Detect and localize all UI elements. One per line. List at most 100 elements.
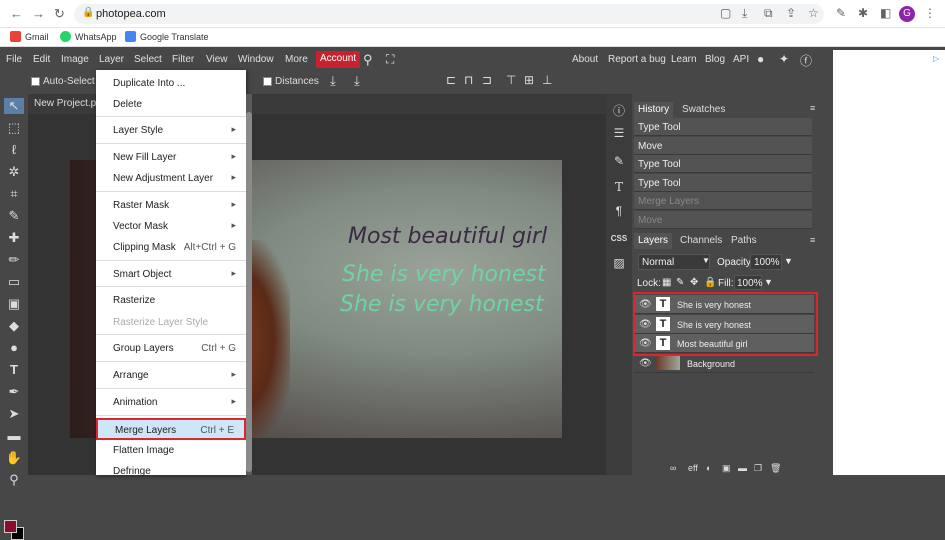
more-menu-icon[interactable]: ⋮ <box>924 6 936 20</box>
character-icon[interactable]: T <box>609 178 629 196</box>
path-select-icon[interactable]: ➤ <box>4 406 24 422</box>
account-button[interactable]: Account <box>316 51 361 68</box>
tab-paths[interactable]: Paths <box>727 233 761 249</box>
history-item[interactable]: Type Tool <box>634 155 812 173</box>
history-item[interactable]: Move <box>634 136 812 155</box>
adjustment-icon[interactable]: ◐ <box>706 463 711 473</box>
menu-item-rasterize[interactable]: Rasterize <box>96 290 246 310</box>
bookmark-google-translate[interactable]: Google Translate <box>125 31 209 42</box>
blur-tool-icon[interactable]: ◆ <box>4 318 24 334</box>
tab-history[interactable]: History <box>634 102 674 118</box>
tab-layers[interactable]: Layers <box>634 233 673 249</box>
properties-icon[interactable]: ☰ <box>609 124 629 142</box>
menu-api[interactable]: API <box>733 54 749 65</box>
twitter-icon[interactable]: ✦ <box>779 52 789 66</box>
auto-select-checkbox[interactable] <box>31 77 40 86</box>
lock-position-icon[interactable]: ✥ <box>690 277 698 288</box>
new-layer-icon[interactable]: ❐ <box>754 463 762 474</box>
opacity-dropdown-icon[interactable]: ▼ <box>784 256 793 266</box>
menu-report-bug[interactable]: Report a bug <box>608 54 666 65</box>
menu-learn[interactable]: Learn <box>671 54 697 65</box>
zoom-tool-icon[interactable]: ⚲ <box>4 472 24 488</box>
lasso-tool-icon[interactable]: ℓ <box>4 142 24 158</box>
menu-view[interactable]: View <box>206 54 228 65</box>
menu-item-flatten-image[interactable]: Flatten Image <box>96 440 246 460</box>
profile-avatar[interactable]: G <box>899 6 915 22</box>
menu-item-clipping-mask[interactable]: Clipping Mask Alt+Ctrl + G <box>96 237 246 257</box>
align-left-icon[interactable]: ⊏ <box>446 73 456 87</box>
download-icon[interactable]: ⤓ <box>742 6 747 21</box>
screenshot-icon[interactable]: ▢ <box>720 6 731 20</box>
back-icon[interactable]: ← <box>10 6 23 21</box>
align-center-icon[interactable]: ⊓ <box>464 73 473 87</box>
menu-edit[interactable]: Edit <box>33 54 50 65</box>
ad-choices-icon[interactable]: ▷ <box>933 54 939 63</box>
align-middle-icon[interactable]: ⊞ <box>524 73 534 87</box>
info-icon[interactable]: ⓘ <box>609 102 629 120</box>
brush-panel-icon[interactable]: ✎ <box>609 152 629 170</box>
lock-all-icon[interactable]: 🔒 <box>704 277 716 288</box>
type-tool-icon[interactable]: T <box>4 362 24 378</box>
history-item[interactable]: Move <box>634 210 812 229</box>
history-item[interactable]: Type Tool <box>634 173 812 192</box>
menu-scrollbar[interactable] <box>246 112 252 472</box>
brush-tool-icon[interactable]: ✏ <box>4 252 24 268</box>
marquee-tool-icon[interactable]: ⬚ <box>4 120 24 136</box>
visibility-eye-icon[interactable]: 👁 <box>639 358 652 369</box>
menu-file[interactable]: File <box>6 54 22 65</box>
menu-more[interactable]: More <box>285 54 308 65</box>
menu-blog[interactable]: Blog <box>705 54 725 65</box>
facebook-icon[interactable]: ⓕ <box>800 52 812 69</box>
group-folder-icon[interactable]: ▬ <box>738 463 747 473</box>
layer-row[interactable]: 👁 Background <box>634 353 814 373</box>
canvas-text-honest-1[interactable]: She is very honest <box>342 262 546 287</box>
menu-window[interactable]: Window <box>238 54 274 65</box>
fill-tool-icon[interactable]: ▣ <box>4 296 24 312</box>
search-icon[interactable]: ⚲ <box>363 52 373 68</box>
pen-tool-icon[interactable]: ✒ <box>4 384 24 400</box>
menu-about[interactable]: About <box>572 54 598 65</box>
menu-item-vector-mask[interactable]: Vector Mask ▸ <box>96 216 246 236</box>
canvas-text-honest-2[interactable]: She is very honest <box>340 292 544 317</box>
menu-select[interactable]: Select <box>134 54 162 65</box>
distances-checkbox[interactable] <box>263 77 272 86</box>
eyedropper-tool-icon[interactable]: ✎ <box>4 208 24 224</box>
shape-tool-icon[interactable]: ▬ <box>4 428 24 444</box>
canvas-text-most-beautiful-girl[interactable]: Most beautiful girl <box>348 224 547 249</box>
dodge-tool-icon[interactable]: ● <box>4 340 24 356</box>
menu-item-raster-mask[interactable]: Raster Mask ▸ <box>96 195 246 215</box>
menu-item-new-adjustment-layer[interactable]: New Adjustment Layer ▸ <box>96 168 246 188</box>
menu-item-arrange[interactable]: Arrange ▸ <box>96 365 246 385</box>
tab-swatches[interactable]: Swatches <box>678 102 729 118</box>
menu-filter[interactable]: Filter <box>172 54 194 65</box>
menu-image[interactable]: Image <box>61 54 89 65</box>
menu-item-defringe[interactable]: Defringe <box>96 461 246 481</box>
move-tool-icon[interactable]: ↖ <box>4 98 24 114</box>
delete-layer-icon[interactable]: 🗑 <box>770 463 781 474</box>
menu-item-delete[interactable]: Delete <box>96 94 246 114</box>
fill-dropdown-icon[interactable]: ▼ <box>764 277 773 287</box>
side-panel-icon[interactable]: ◧ <box>880 6 891 20</box>
menu-item-merge-layers[interactable]: Merge Layers Ctrl + E <box>96 418 246 440</box>
magic-wand-icon[interactable]: ✲ <box>4 164 24 180</box>
link-layers-icon[interactable]: ∞ <box>670 463 676 473</box>
bookmark-whatsapp[interactable]: WhatsApp <box>60 31 117 42</box>
menu-layer[interactable]: Layer <box>99 54 124 65</box>
reload-icon[interactable]: ↻ <box>54 6 65 22</box>
forward-icon[interactable]: → <box>32 6 45 21</box>
crop-tool-icon[interactable]: ⌗ <box>4 186 24 202</box>
layers-panel-menu-icon[interactable]: ≡ <box>810 235 815 245</box>
tab-channels[interactable]: Channels <box>676 233 726 249</box>
transform-download-icon[interactable]: ⤓ <box>330 73 336 89</box>
image-panel-icon[interactable]: ▨ <box>609 254 629 272</box>
menu-item-new-fill-layer[interactable]: New Fill Layer ▸ <box>96 147 246 167</box>
eyedropper-icon[interactable]: ✎ <box>836 6 846 20</box>
share-icon[interactable]: ⇪ <box>786 6 796 20</box>
menu-item-animation[interactable]: Animation ▸ <box>96 392 246 412</box>
history-item[interactable]: Type Tool <box>634 118 812 136</box>
menu-item-duplicate-into[interactable]: Duplicate Into ... <box>96 73 246 93</box>
history-item[interactable]: Merge Layers <box>634 192 812 210</box>
open-app-icon[interactable]: ⧉ <box>764 6 773 21</box>
lock-pixels-icon[interactable]: ✎ <box>676 277 684 288</box>
paragraph-icon[interactable]: ¶ <box>609 202 629 220</box>
